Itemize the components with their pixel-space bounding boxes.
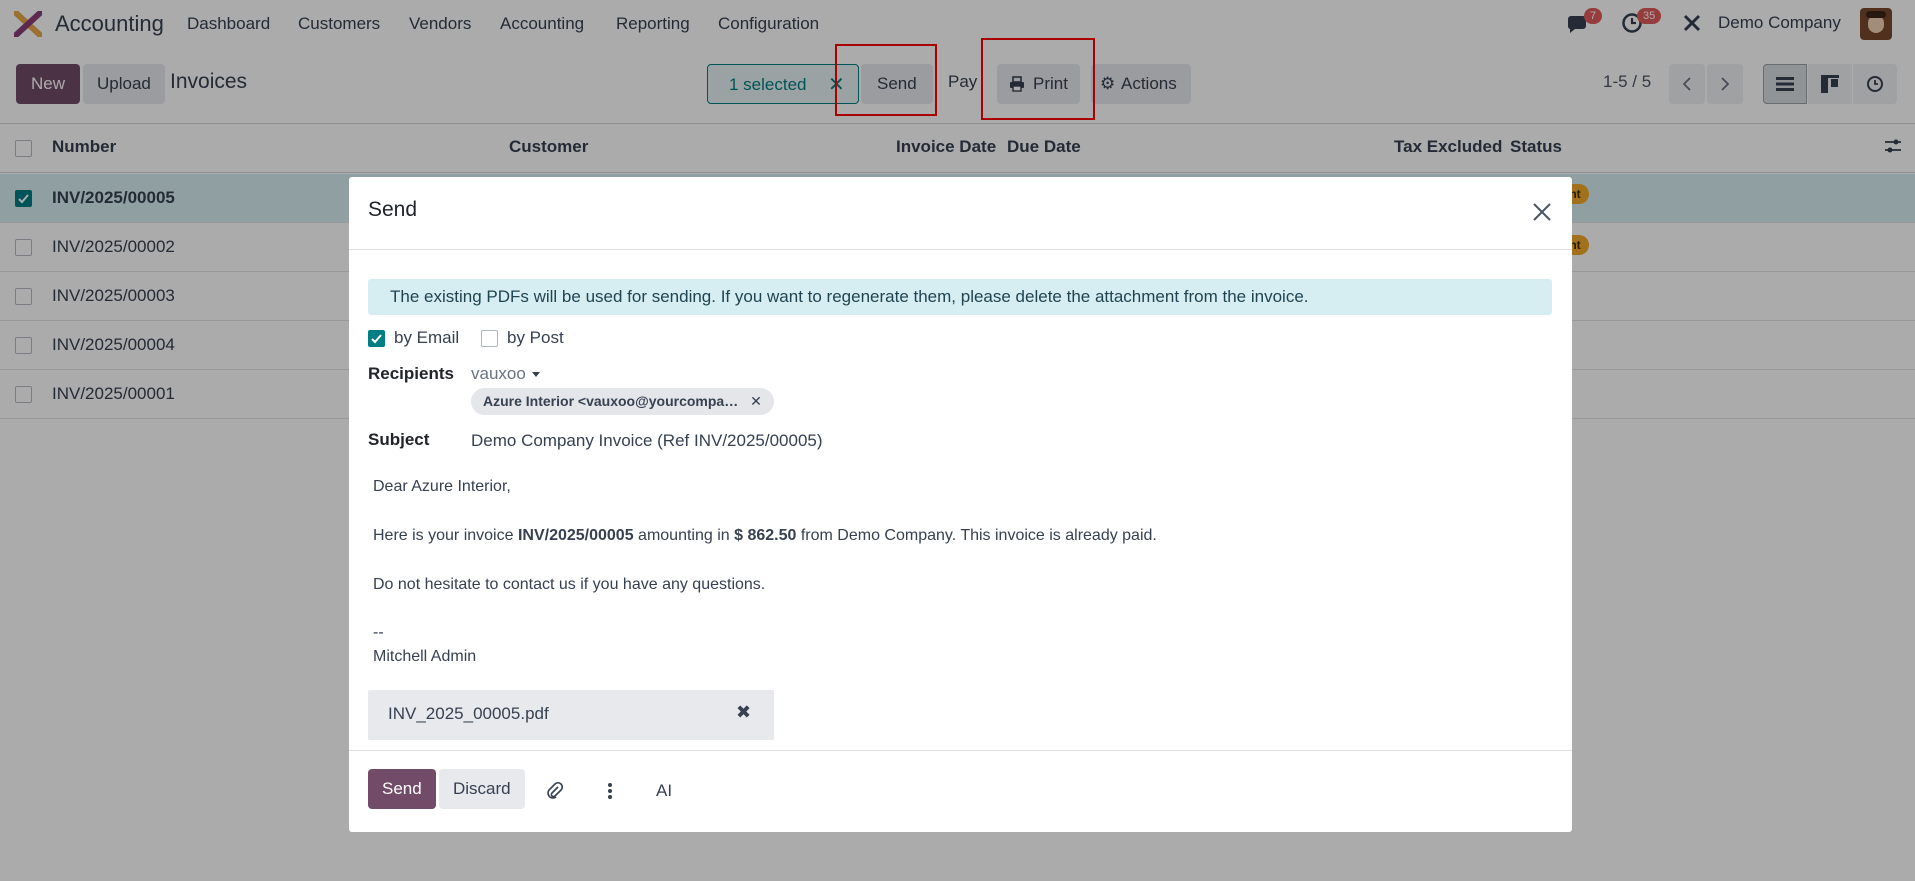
discard-button[interactable]: Discard bbox=[439, 769, 525, 809]
body-line-2: Do not hesitate to contact us if you hav… bbox=[373, 576, 766, 593]
by-post-label[interactable]: by Post bbox=[507, 328, 564, 348]
signature-separator: -- bbox=[373, 624, 384, 641]
recipients-input[interactable]: vauxoo bbox=[471, 364, 526, 384]
send-dialog: Send The existing PDFs will be used for … bbox=[349, 177, 1572, 832]
by-post-checkbox[interactable] bbox=[481, 330, 498, 347]
close-icon[interactable] bbox=[1529, 199, 1555, 225]
by-email-label[interactable]: by Email bbox=[394, 328, 459, 348]
by-email-checkbox[interactable] bbox=[368, 330, 385, 347]
attachment-chip[interactable]: INV_2025_00005.pdf ✖ bbox=[368, 690, 774, 740]
dialog-footer: Send Discard AI bbox=[349, 750, 1572, 832]
more-options-icon[interactable] bbox=[607, 782, 613, 800]
attachment-name[interactable]: INV_2025_00005.pdf bbox=[388, 704, 549, 724]
ai-button[interactable]: AI bbox=[656, 781, 672, 801]
dialog-title: Send bbox=[368, 198, 418, 221]
remove-attachment-icon[interactable]: ✖ bbox=[736, 702, 751, 723]
signature-name: Mitchell Admin bbox=[373, 648, 477, 665]
info-alert: The existing PDFs will be used for sendi… bbox=[368, 279, 1552, 315]
body-greeting: Dear Azure Interior, bbox=[373, 478, 511, 495]
recipients-label: Recipients bbox=[368, 364, 454, 383]
recipient-tag-label: Azure Interior <vauxoo@yourcompa… bbox=[483, 393, 739, 409]
dialog-header: Send bbox=[349, 177, 1572, 250]
paperclip-icon[interactable] bbox=[547, 782, 563, 800]
send-button[interactable]: Send bbox=[368, 769, 436, 809]
body-line-1: Here is your invoice INV/2025/00005 amou… bbox=[373, 527, 1157, 544]
subject-label: Subject bbox=[368, 430, 430, 449]
email-body-editor[interactable]: Dear Azure Interior, Here is your invoic… bbox=[349, 457, 1572, 697]
remove-tag-icon[interactable]: ✕ bbox=[750, 393, 762, 409]
subject-input[interactable]: Demo Company Invoice (Ref INV/2025/00005… bbox=[471, 431, 823, 451]
caret-down-icon[interactable] bbox=[531, 371, 541, 379]
recipient-tag: Azure Interior <vauxoo@yourcompa… ✕ bbox=[471, 388, 774, 415]
